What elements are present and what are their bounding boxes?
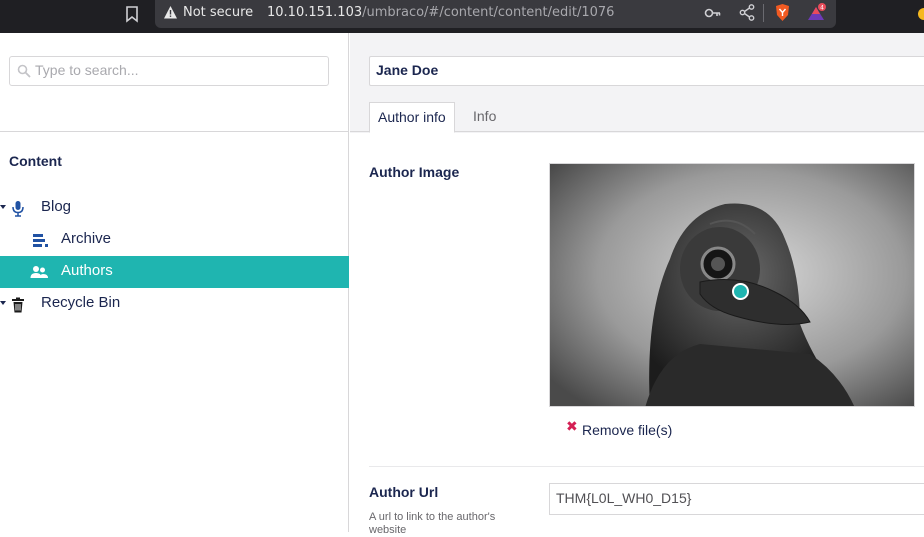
archive-list-icon: [33, 234, 48, 247]
author-image-label: Author Image: [369, 164, 460, 180]
tree-item-label: Archive: [61, 230, 112, 247]
notification-count: 4: [820, 4, 824, 11]
rewards-triangle-icon[interactable]: 4: [807, 3, 827, 22]
plague-doctor-image: [550, 164, 914, 406]
microphone-icon: [12, 201, 24, 217]
search-area: Type to search...: [0, 33, 349, 132]
bookmark-icon[interactable]: [124, 5, 140, 23]
browser-toolbar: Not secure 10.10.151.103/umbraco/#/conte…: [0, 0, 924, 33]
search-placeholder: Type to search...: [35, 62, 139, 78]
toolbar-separator: [763, 4, 764, 22]
tree-item-authors[interactable]: Authors: [0, 256, 349, 288]
content-tree-panel: Type to search... Content Blog Archive A…: [0, 33, 349, 532]
tree-item-label: Recycle Bin: [41, 294, 121, 311]
tree-item-archive[interactable]: Archive: [0, 224, 349, 256]
tree-item-recycle-bin[interactable]: Recycle Bin: [0, 288, 349, 320]
tree-item-blog[interactable]: Blog: [0, 192, 349, 224]
trash-icon: [12, 297, 24, 313]
users-icon: [30, 266, 48, 278]
author-image-preview[interactable]: [549, 163, 915, 407]
focal-point-handle[interactable]: [732, 283, 749, 300]
editor-panel: Jane Doe Author info Info Author Image ✖…: [350, 33, 924, 536]
remove-files-button[interactable]: Remove file(s): [582, 422, 672, 438]
warning-icon[interactable]: [163, 5, 178, 20]
author-url-description: A url to link to the author's website: [369, 511, 496, 536]
tree-item-label: Blog: [41, 198, 72, 215]
remove-icon[interactable]: ✖: [566, 419, 578, 435]
author-url-label: Author Url: [369, 484, 439, 500]
editor-header: Jane Doe Author info Info: [350, 33, 924, 133]
extension-icon[interactable]: [916, 6, 924, 22]
url-host: 10.10.151.103: [267, 5, 363, 20]
node-name-input[interactable]: Jane Doe: [369, 56, 924, 86]
property-divider: [369, 466, 924, 467]
caret-down-icon[interactable]: [0, 204, 6, 210]
author-url-input[interactable]: THM{L0L_WH0_D15}: [549, 483, 924, 515]
url-path: /umbraco/#/content/content/edit/1076: [362, 5, 615, 20]
tab-info[interactable]: Info: [465, 102, 504, 133]
section-title[interactable]: Content: [9, 153, 62, 169]
key-icon[interactable]: [704, 5, 722, 21]
caret-right-icon[interactable]: [0, 300, 6, 306]
share-icon[interactable]: [739, 4, 755, 21]
tab-author-info[interactable]: Author info: [369, 102, 455, 133]
url-text[interactable]: 10.10.151.103/umbraco/#/content/content/…: [267, 5, 614, 20]
search-icon: [17, 64, 31, 78]
tab-content: Author Image ✖ Remove file(s) Author Url…: [350, 133, 924, 536]
tree-item-label: Authors: [61, 262, 113, 279]
brave-shield-icon[interactable]: [774, 3, 791, 22]
security-status[interactable]: Not secure: [183, 5, 253, 20]
search-input[interactable]: Type to search...: [9, 56, 329, 86]
